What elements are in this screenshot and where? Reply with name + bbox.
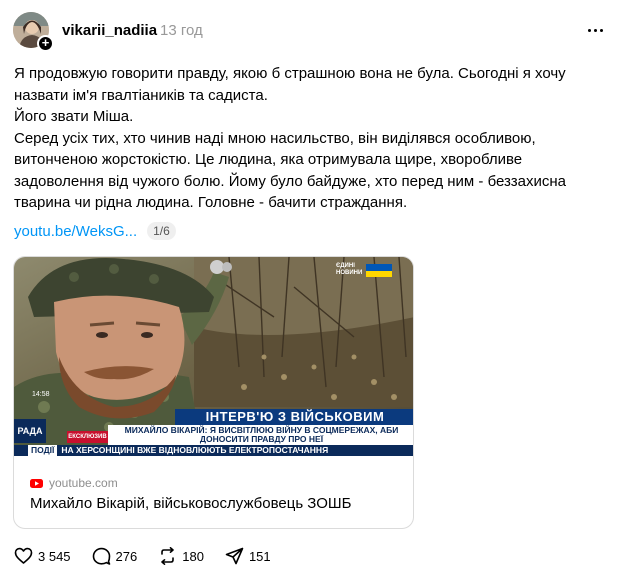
ukraine-flag-icon <box>366 264 392 277</box>
timestamp: 13 год <box>160 22 203 39</box>
heart-icon <box>14 547 33 564</box>
post-text: Я продовжую говорити правду, якою б стра… <box>14 63 609 214</box>
post-paragraph: Серед усіх тих, хто чинив наді мною наси… <box>14 129 566 212</box>
link-preview-card[interactable]: ЄДИНІ НОВИНИ 14:58 РАДА ІНТЕРВ'Ю З ВІЙСЬ… <box>13 256 414 529</box>
more-options-icon[interactable] <box>584 22 608 38</box>
like-button[interactable]: 3 545 <box>14 547 71 565</box>
ticker-text: НА ХЕРСОНЩИНІ ВЖЕ ВІДНОВЛЮЮТЬ ЕЛЕКТРОПОС… <box>61 445 329 455</box>
broadcast-clock: 14:58 <box>32 391 50 398</box>
banner-title: ІНТЕРВ'Ю З ВІЙСЬКОВИМ <box>175 409 413 425</box>
link-row: youtu.be/WeksG... 1/6 <box>14 221 176 241</box>
ticker-tag: ПОДІЇ <box>28 445 58 456</box>
youtube-icon <box>30 478 43 488</box>
card-domain-row: youtube.com <box>30 476 118 490</box>
video-thumbnail: ЄДИНІ НОВИНИ 14:58 РАДА ІНТЕРВ'Ю З ВІЙСЬ… <box>14 257 413 456</box>
avatar[interactable]: + <box>13 12 54 52</box>
post-paragraph: Його звати Міша. <box>14 108 134 125</box>
comment-icon <box>92 547 110 565</box>
follow-plus-icon[interactable]: + <box>37 35 54 52</box>
channel-logo: РАДА <box>14 419 46 443</box>
news-ticker: ПОДІЇ НА ХЕРСОНЩИНІ ВЖЕ ВІДНОВЛЮЮТЬ ЕЛЕКТ… <box>14 445 413 456</box>
post-link[interactable]: youtu.be/WeksG... <box>14 223 137 240</box>
repost-count: 180 <box>182 548 204 564</box>
username[interactable]: vikarii_nadiia <box>62 22 157 39</box>
exclusive-tag: ЕКСКЛЮЗИВ <box>67 431 108 443</box>
repost-icon <box>161 547 175 565</box>
comment-button[interactable]: 276 <box>92 547 138 565</box>
share-button[interactable]: 151 <box>225 547 271 565</box>
banner-subtitle: МИХАЙЛО ВІКАРІЙ: Я ВИСВІТЛЮЮ ВІЙНУ В СОЦ… <box>108 425 413 445</box>
card-title[interactable]: Михайло Вікарій, військовослужбовець ЗОШ… <box>30 495 351 512</box>
like-count: 3 545 <box>38 548 71 564</box>
media-counter-badge: 1/6 <box>147 222 176 240</box>
share-count: 151 <box>248 548 271 564</box>
flag-stripe-yellow <box>366 270 392 277</box>
action-bar: 3 545 276 180 151 <box>14 545 292 567</box>
thread-post: + vikarii_nadiia 13 год Я продовжую гово… <box>0 0 626 578</box>
comment-count: 276 <box>115 548 138 564</box>
card-domain: youtube.com <box>49 476 118 490</box>
repost-button[interactable]: 180 <box>158 547 204 565</box>
post-paragraph: Я продовжую говорити правду, якою б стра… <box>14 65 566 104</box>
share-icon <box>225 547 244 565</box>
